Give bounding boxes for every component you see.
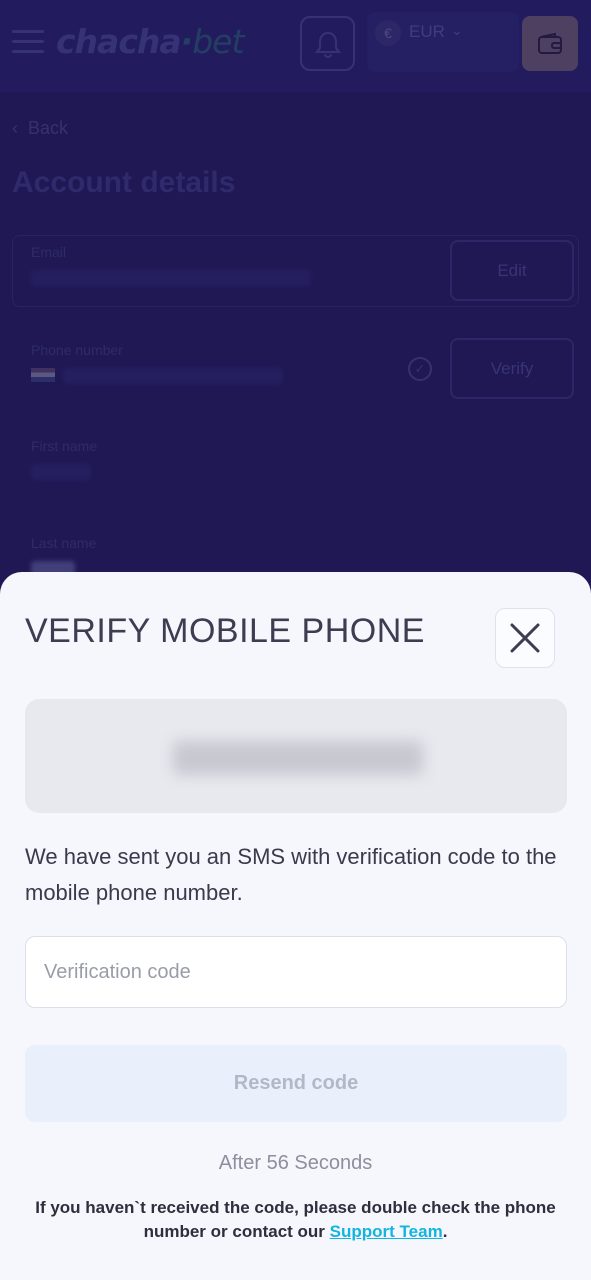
modal-description: We have sent you an SMS with verificatio… (25, 844, 557, 905)
help-text-suffix: . (442, 1222, 448, 1241)
phone-number-display (25, 699, 567, 813)
help-text: If you haven`t received the code, please… (28, 1196, 563, 1244)
verification-code-input[interactable] (25, 936, 567, 1008)
help-text-prefix: If you haven`t received the code, please… (35, 1198, 556, 1241)
resend-timer: After 56 Seconds (218, 1152, 373, 1174)
close-icon (510, 623, 540, 653)
support-team-link[interactable]: Support Team (330, 1222, 443, 1241)
modal-title: VERIFY MOBILE PHONE (25, 612, 425, 650)
close-button[interactable] (495, 608, 555, 668)
resend-code-button[interactable]: Resend code (25, 1045, 567, 1122)
verify-phone-modal: VERIFY MOBILE PHONE We have sent you an … (0, 572, 591, 1280)
masked-phone-number (173, 741, 423, 775)
